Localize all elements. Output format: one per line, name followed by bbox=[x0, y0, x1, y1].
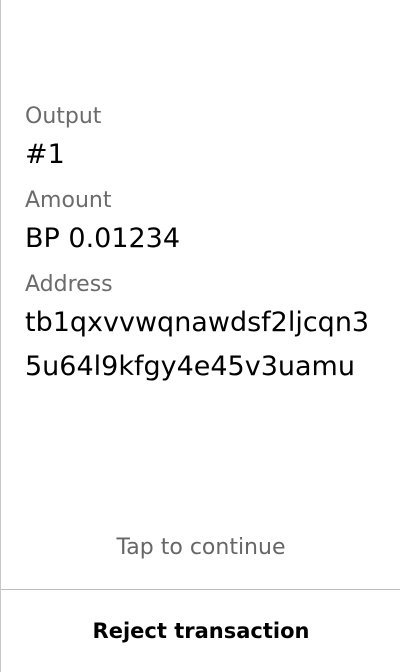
tap-to-continue-hint[interactable]: Tap to continue bbox=[1, 532, 400, 564]
transaction-output-screen[interactable]: Output #1 Amount BP 0.01234 Address tb1q… bbox=[0, 0, 400, 672]
output-label: Output bbox=[25, 104, 102, 129]
address-label: Address bbox=[25, 272, 113, 297]
reject-transaction-button[interactable]: Reject transaction bbox=[1, 590, 400, 672]
output-value: #1 bbox=[25, 139, 65, 170]
address-value: tb1qxvvwqnawdsf2ljcqn35u64l9kfgy4e45v3ua… bbox=[25, 307, 370, 382]
output-details: Output #1 Amount BP 0.01234 Address tb1q… bbox=[25, 101, 375, 389]
amount-label: Amount bbox=[25, 188, 112, 213]
amount-value: BP 0.01234 bbox=[25, 223, 181, 254]
